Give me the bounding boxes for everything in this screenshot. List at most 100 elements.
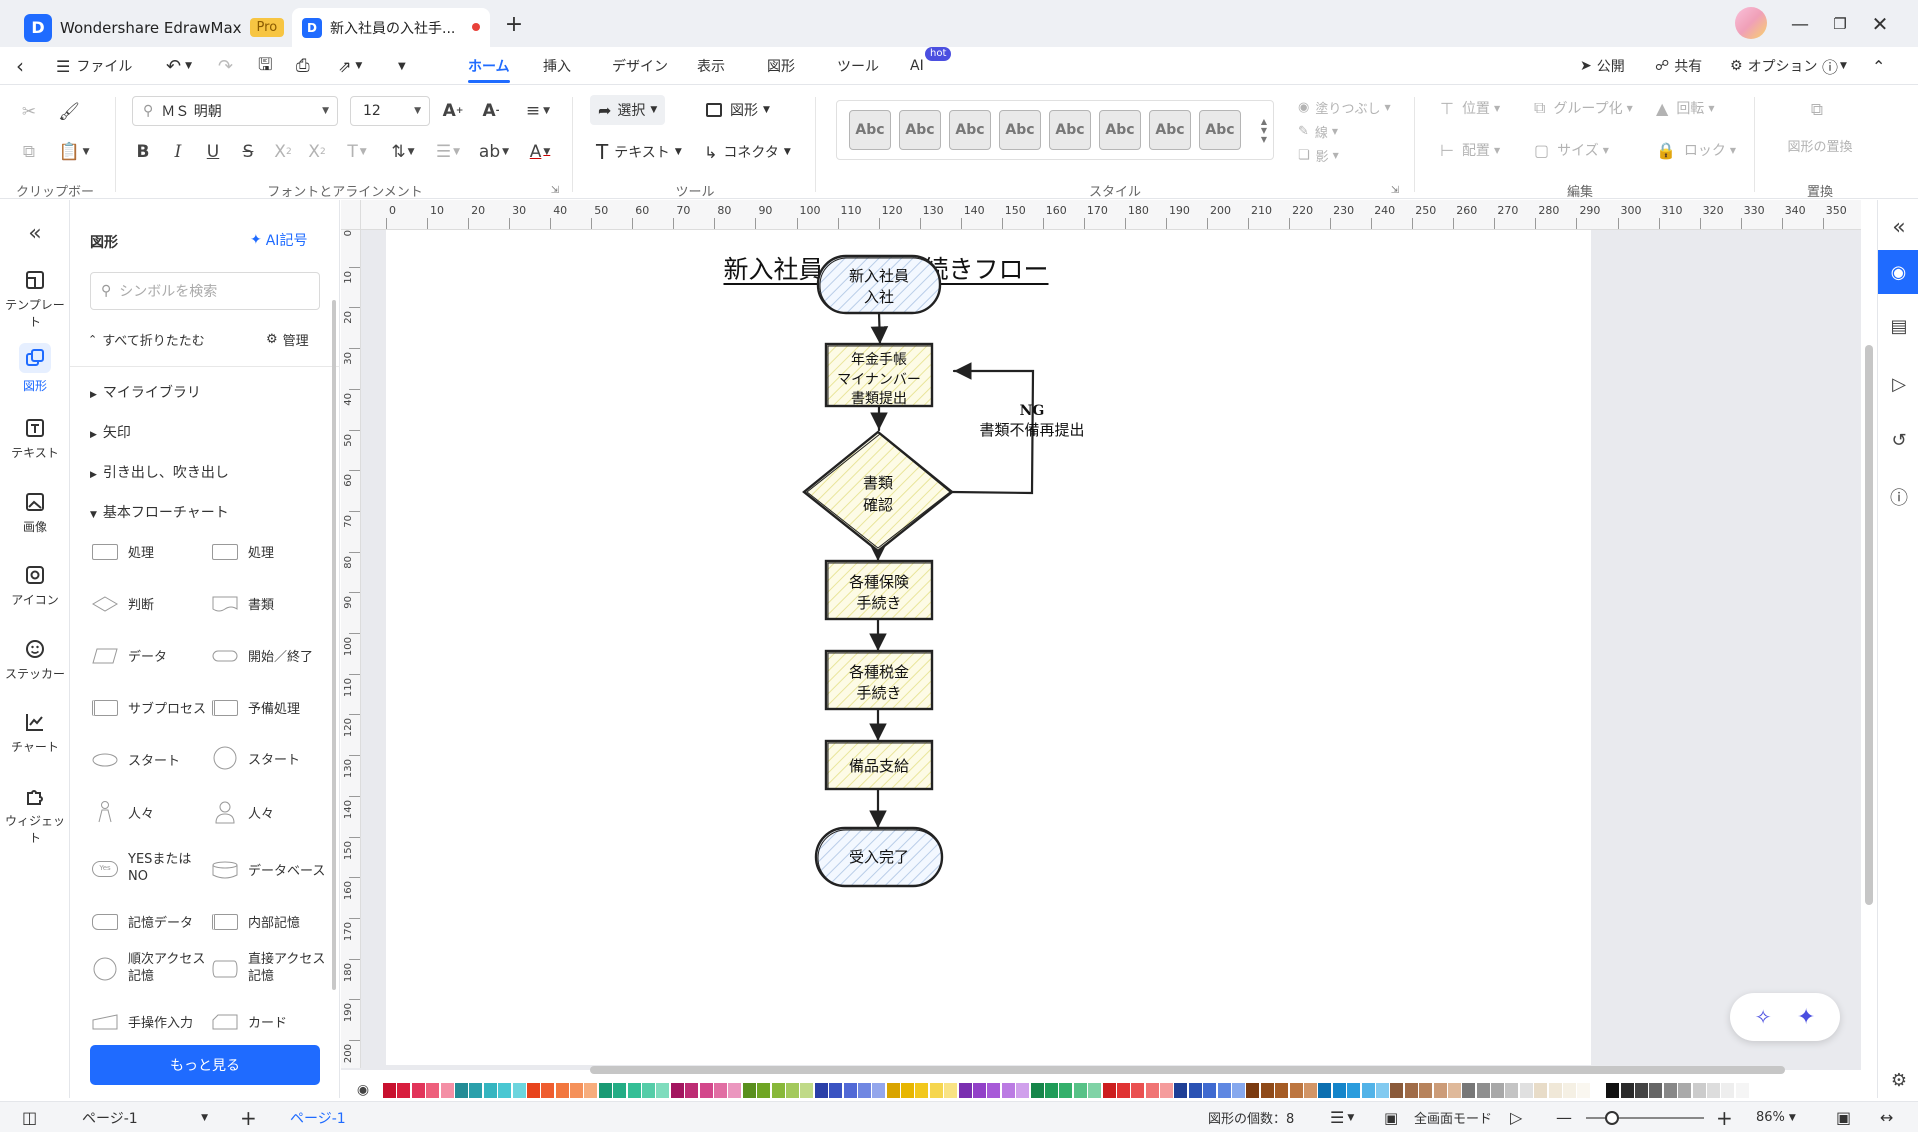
color-swatch[interactable]: [642, 1083, 656, 1098]
color-swatch[interactable]: [1073, 1083, 1087, 1098]
style-preset-7[interactable]: Abc: [1149, 110, 1191, 150]
color-swatch[interactable]: [541, 1083, 555, 1098]
color-swatch[interactable]: [1116, 1083, 1130, 1098]
gallery-scroll-icon[interactable]: ▲ ▼ ▼: [1256, 100, 1272, 160]
color-swatch[interactable]: [713, 1083, 727, 1098]
color-swatch[interactable]: [929, 1083, 943, 1098]
color-swatch[interactable]: [901, 1083, 915, 1098]
collapse-sidebar-icon[interactable]: «: [20, 220, 50, 246]
color-swatch[interactable]: [1203, 1083, 1217, 1098]
user-avatar[interactable]: [1735, 7, 1767, 39]
position-button[interactable]: ⊤ 位置 ▼: [1440, 95, 1500, 121]
color-swatch[interactable]: [1217, 1083, 1231, 1098]
color-swatch[interactable]: [1160, 1083, 1174, 1098]
redo-icon[interactable]: ↷: [218, 47, 233, 85]
share-button[interactable]: ☍ 共有: [1655, 47, 1702, 85]
color-swatch[interactable]: [1534, 1083, 1548, 1098]
color-swatch[interactable]: [498, 1083, 512, 1098]
shape-start-ellipse[interactable]: スタート: [92, 750, 180, 769]
sidebar-item-shapes[interactable]: 図形: [0, 343, 70, 394]
color-swatch[interactable]: [1663, 1083, 1677, 1098]
superscript-icon[interactable]: X2: [270, 139, 296, 165]
shadow-button[interactable]: ❏ 影 ▼: [1298, 145, 1339, 165]
color-swatch[interactable]: [1044, 1083, 1058, 1098]
color-swatch[interactable]: [469, 1083, 483, 1098]
color-swatch[interactable]: [973, 1083, 987, 1098]
file-menu[interactable]: ☰ ファイル: [56, 47, 132, 85]
shape-preparation[interactable]: 予備処理: [212, 698, 300, 717]
ai-symbol-button[interactable]: ✦ AI記号: [250, 230, 307, 250]
style-preset-1[interactable]: Abc: [849, 110, 891, 150]
color-swatch[interactable]: [1692, 1083, 1706, 1098]
shape-document[interactable]: 書類: [212, 594, 274, 613]
options-button[interactable]: ⚙ オプション: [1730, 47, 1818, 85]
tab-home[interactable]: ホーム: [468, 47, 510, 85]
text-align-icon[interactable]: ≡ ▼: [518, 98, 558, 124]
fit-page-icon[interactable]: ▣: [1836, 1102, 1851, 1133]
color-swatch[interactable]: [1318, 1083, 1332, 1098]
shape-people[interactable]: 人々: [92, 800, 154, 824]
back-icon[interactable]: ‹: [16, 47, 24, 85]
save-icon[interactable]: 🖫: [258, 47, 272, 85]
size-button[interactable]: ▢ サイズ ▼: [1534, 137, 1609, 163]
color-swatch[interactable]: [857, 1083, 871, 1098]
help-icon[interactable]: ⓘ ▼: [1822, 47, 1847, 85]
tab-design[interactable]: デザイン: [612, 47, 668, 85]
ng-label[interactable]: NG: [1020, 403, 1045, 419]
color-swatch[interactable]: [1634, 1083, 1648, 1098]
tab-view[interactable]: 表示: [697, 47, 725, 85]
category-my-library[interactable]: ▶ マイライブラリ: [90, 382, 201, 402]
tab-ai[interactable]: AI: [910, 47, 924, 85]
format-painter-icon[interactable]: 🖌: [54, 99, 84, 125]
color-swatch[interactable]: [656, 1083, 670, 1098]
color-swatch[interactable]: [958, 1083, 972, 1098]
presentation-icon[interactable]: ▷: [1884, 370, 1914, 398]
color-swatch[interactable]: [1347, 1083, 1361, 1098]
line-spacing-icon[interactable]: ⇅ ▼: [384, 139, 422, 165]
style-preset-6[interactable]: Abc: [1099, 110, 1141, 150]
cut-icon[interactable]: ✂: [14, 99, 44, 125]
color-swatch[interactable]: [1246, 1083, 1260, 1098]
color-swatch[interactable]: [1519, 1083, 1533, 1098]
sidebar-item-widgets[interactable]: ウィジェット: [0, 784, 70, 846]
group-button[interactable]: ⧉ グループ化 ▼: [1534, 95, 1633, 121]
color-swatch[interactable]: [1433, 1083, 1447, 1098]
tab-insert[interactable]: 挿入: [543, 47, 571, 85]
style-preset-8[interactable]: Abc: [1199, 110, 1241, 150]
color-swatch[interactable]: [1390, 1083, 1404, 1098]
zoom-in-icon[interactable]: +: [1716, 1102, 1733, 1133]
color-swatch[interactable]: [383, 1083, 396, 1098]
font-dialog-launcher-icon[interactable]: ⇲: [548, 183, 562, 197]
color-swatch[interactable]: [1721, 1083, 1735, 1098]
style-preset-4[interactable]: Abc: [999, 110, 1041, 150]
color-swatch[interactable]: [598, 1083, 612, 1098]
new-tab-button[interactable]: +: [500, 10, 528, 38]
style-fill-panel-icon[interactable]: ◉: [1878, 250, 1918, 294]
shape-internal-storage[interactable]: 内部記憶: [212, 912, 300, 931]
color-swatch[interactable]: [1102, 1083, 1116, 1098]
category-basic-flowchart[interactable]: ▼ 基本フローチャート: [90, 502, 229, 522]
history-icon[interactable]: ↺: [1884, 426, 1914, 454]
style-preset-3[interactable]: Abc: [949, 110, 991, 150]
sidebar-item-text[interactable]: テキスト: [0, 416, 70, 461]
collapse-ribbon-icon[interactable]: ⌃: [1872, 47, 1885, 85]
fullscreen-icon[interactable]: ▣: [1384, 1102, 1398, 1133]
color-swatch[interactable]: [771, 1083, 785, 1098]
shape-yes-no[interactable]: Yes YESまたは NO: [92, 852, 191, 886]
color-swatch[interactable]: [613, 1083, 627, 1098]
color-swatch[interactable]: [814, 1083, 828, 1098]
shape-decision[interactable]: 判断: [92, 594, 154, 613]
color-swatch[interactable]: [1332, 1083, 1346, 1098]
color-swatch[interactable]: [1001, 1083, 1015, 1098]
shape-direct-storage[interactable]: 直接アクセス 記憶: [212, 952, 325, 986]
color-swatch[interactable]: [1289, 1083, 1303, 1098]
page-selector[interactable]: ページ-1 ▼: [82, 1102, 212, 1133]
color-swatch[interactable]: [1145, 1083, 1159, 1098]
panel-scrollbar[interactable]: [332, 300, 336, 990]
italic-icon[interactable]: I: [165, 139, 191, 165]
color-swatch[interactable]: [785, 1083, 799, 1098]
color-swatch[interactable]: [1548, 1083, 1562, 1098]
collapse-all-button[interactable]: ⌃ すべて折りたたむ: [88, 330, 205, 349]
color-swatch[interactable]: [570, 1083, 584, 1098]
color-swatch[interactable]: [1735, 1083, 1749, 1098]
